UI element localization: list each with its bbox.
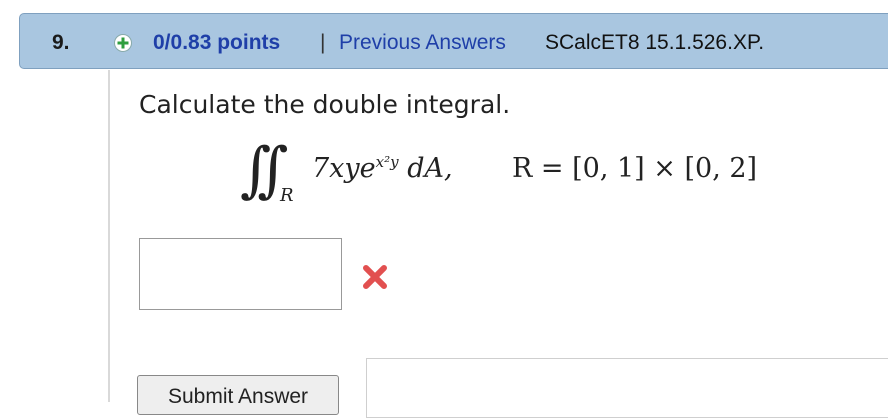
integral-region-subscript: R (280, 185, 294, 206)
content-divider (108, 70, 110, 402)
work-area-box (366, 358, 888, 418)
submit-answer-button[interactable]: Submit Answer (137, 375, 339, 415)
source-label: SCalcET8 15.1.526.XP. (545, 31, 765, 54)
differential: dA, (407, 153, 453, 184)
plus-icon[interactable] (114, 34, 132, 52)
question-prompt: Calculate the double integral. (139, 90, 511, 119)
header-separator: | (320, 31, 326, 54)
integrand: 7xyex²y dA, (312, 153, 453, 184)
incorrect-x-icon (362, 264, 388, 295)
answer-input[interactable] (139, 238, 342, 310)
math-expression: ∫∫ R 7xyex²y dA, R = [0, 1] × [0, 2] (240, 135, 780, 215)
integrand-exponent: x²y (375, 153, 399, 171)
question-header: 9. 0/0.83 points | Previous Answers SCal… (19, 13, 888, 69)
region-definition: R = [0, 1] × [0, 2] (512, 153, 758, 184)
question-number: 9. (52, 31, 70, 54)
points-label: 0/0.83 points (153, 31, 281, 54)
double-integral-sign: ∫∫ (240, 135, 288, 205)
previous-answers-link[interactable]: Previous Answers (339, 31, 506, 55)
integrand-base: 7xye (312, 153, 376, 184)
